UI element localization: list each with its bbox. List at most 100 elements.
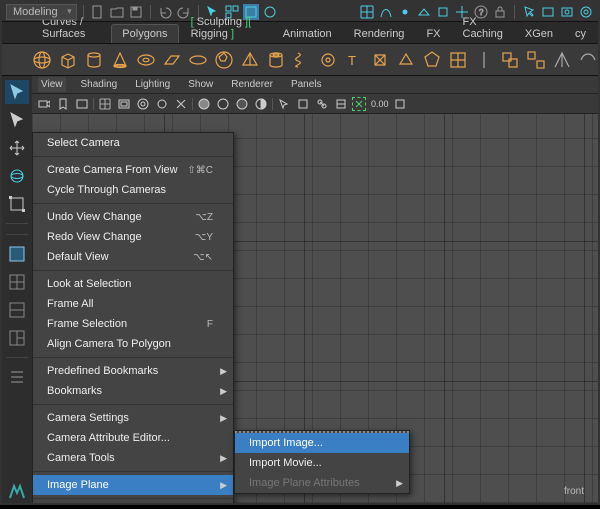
snap-point-icon[interactable] [397,4,413,20]
menu-item-select-camera[interactable]: Select Camera [33,133,233,153]
smooth-shade-icon[interactable] [215,96,231,112]
viewcube-icon[interactable] [392,96,408,112]
tab-rendering[interactable]: Rendering [344,25,415,43]
poly-cone-icon[interactable] [110,49,130,71]
save-scene-icon[interactable] [128,4,144,20]
film-gate-icon[interactable] [116,96,132,112]
menu-item-align-camera-to-polygon[interactable]: Align Camera To Polygon [33,334,233,354]
panel-menu-panels[interactable]: Panels [288,77,325,92]
layout-single-icon[interactable] [5,242,29,266]
menu-item-view-sequence-time[interactable]: View Sequence Time [33,502,233,503]
workspace-mode-select[interactable]: Modeling [6,4,77,20]
scale-tool[interactable] [5,192,29,216]
menu-item-camera-attribute-editor[interactable]: Camera Attribute Editor... [33,428,233,448]
poly-gear-icon[interactable] [318,49,338,71]
select-tool[interactable] [5,80,29,104]
isolate-icon[interactable] [276,96,292,112]
poly-sphere-icon[interactable] [32,49,52,71]
exposure-icon[interactable] [333,96,349,112]
snap-live-icon[interactable] [435,4,451,20]
layout-three-icon[interactable] [5,326,29,350]
poly-svg-icon[interactable] [370,49,390,71]
snap-grid-icon[interactable] [359,4,375,20]
menu-item-cycle-through-cameras[interactable]: Cycle Through Cameras [33,180,233,200]
submenu-arrow-icon: ▶ [220,480,227,491]
image-plane-icon[interactable] [74,96,90,112]
wireframe-icon[interactable] [196,96,212,112]
separator [474,49,494,71]
panel-menu-shading[interactable]: Shading [78,77,121,92]
menu-item-camera-tools[interactable]: Camera Tools▶ [33,448,233,468]
xray-joints-icon[interactable] [314,96,330,112]
poly-cylinder-icon[interactable] [84,49,104,71]
camera-select-icon[interactable] [36,96,52,112]
tab-animation[interactable]: Animation [273,25,342,43]
render-icon[interactable] [540,4,556,20]
lasso-tool[interactable] [5,108,29,132]
shadows-icon[interactable] [253,96,269,112]
tab-fx-caching[interactable]: FX Caching [453,13,513,43]
render-settings-icon[interactable] [578,4,594,20]
menu-item-predefined-bookmarks[interactable]: Predefined Bookmarks▶ [33,361,233,381]
submenu-item-import-movie[interactable]: Import Movie... [235,453,409,473]
poly-helix-icon[interactable] [292,49,312,71]
poly-pipe-icon[interactable] [266,49,286,71]
poly-plane-icon[interactable] [162,49,182,71]
snap-curve-icon[interactable] [378,4,394,20]
separate-icon[interactable] [526,49,546,71]
poly-pyramid-icon[interactable] [240,49,260,71]
layout-two-icon[interactable] [5,298,29,322]
use-lights-icon[interactable] [234,96,250,112]
menu-item-bookmarks[interactable]: Bookmarks▶ [33,381,233,401]
menu-item-frame-all[interactable]: Frame All [33,294,233,314]
mirror-icon[interactable] [552,49,572,71]
poly-torus-icon[interactable] [136,49,156,71]
rotate-tool[interactable] [5,164,29,188]
poly-platonic-icon[interactable] [422,49,442,71]
poly-type-icon[interactable]: T [344,49,364,71]
open-scene-icon[interactable] [109,4,125,20]
poly-cube-icon[interactable] [58,49,78,71]
tab-polygons[interactable]: Polygons [111,24,178,43]
gate-mask-icon[interactable] [154,96,170,112]
bookmark-icon[interactable] [55,96,71,112]
poly-disc-icon[interactable] [188,49,208,71]
panel-menu-view[interactable]: View [38,77,66,92]
layout-four-icon[interactable] [5,270,29,294]
poly-soccer-icon[interactable] [214,49,234,71]
menu-item-label: Frame Selection [47,318,127,330]
menu-item-undo-view-change[interactable]: Undo View Change⌥Z [33,207,233,227]
panel-menu-lighting[interactable]: Lighting [132,77,173,92]
menu-item-default-view[interactable]: Default View⌥↖ [33,247,233,267]
undo-icon[interactable] [157,4,173,20]
gamma-icon[interactable] [352,97,366,111]
menu-item-create-camera-from-view[interactable]: Create Camera From View⇧⌘C [33,160,233,180]
tab-xgen[interactable]: XGen [515,25,563,43]
tab-fx[interactable]: FX [416,25,450,43]
move-tool[interactable] [5,136,29,160]
viewport[interactable]: front Select CameraCreate Camera From Vi… [32,114,598,503]
tab-overflow[interactable]: cy [565,25,596,43]
field-chart-icon[interactable] [173,96,189,112]
menu-item-label: Align Camera To Polygon [47,338,171,350]
outliner-icon[interactable] [5,365,29,389]
panel-menu-renderer[interactable]: Renderer [228,77,276,92]
menu-item-image-plane[interactable]: Image Plane▶ [33,475,233,495]
smooth-icon[interactable] [578,49,598,71]
xray-icon[interactable] [295,96,311,112]
poly-superellipse-icon[interactable] [448,49,468,71]
menu-item-redo-view-change[interactable]: Redo View Change⌥Y [33,227,233,247]
ipr-icon[interactable] [559,4,575,20]
submenu-item-import-image[interactable]: Import Image... [235,433,409,453]
resolution-gate-icon[interactable] [135,96,151,112]
tab-sculpting[interactable]: [ Sculpting ][ Rigging ] [181,13,271,43]
grid-toggle-icon[interactable] [97,96,113,112]
cursor-icon[interactable] [521,4,537,20]
menu-item-camera-settings[interactable]: Camera Settings▶ [33,408,233,428]
combine-icon[interactable] [500,49,520,71]
menu-item-look-at-selection[interactable]: Look at Selection [33,274,233,294]
snap-plane-icon[interactable] [416,4,432,20]
menu-item-frame-selection[interactable]: Frame SelectionF [33,314,233,334]
poly-prism-icon[interactable] [396,49,416,71]
panel-menu-show[interactable]: Show [185,77,216,92]
